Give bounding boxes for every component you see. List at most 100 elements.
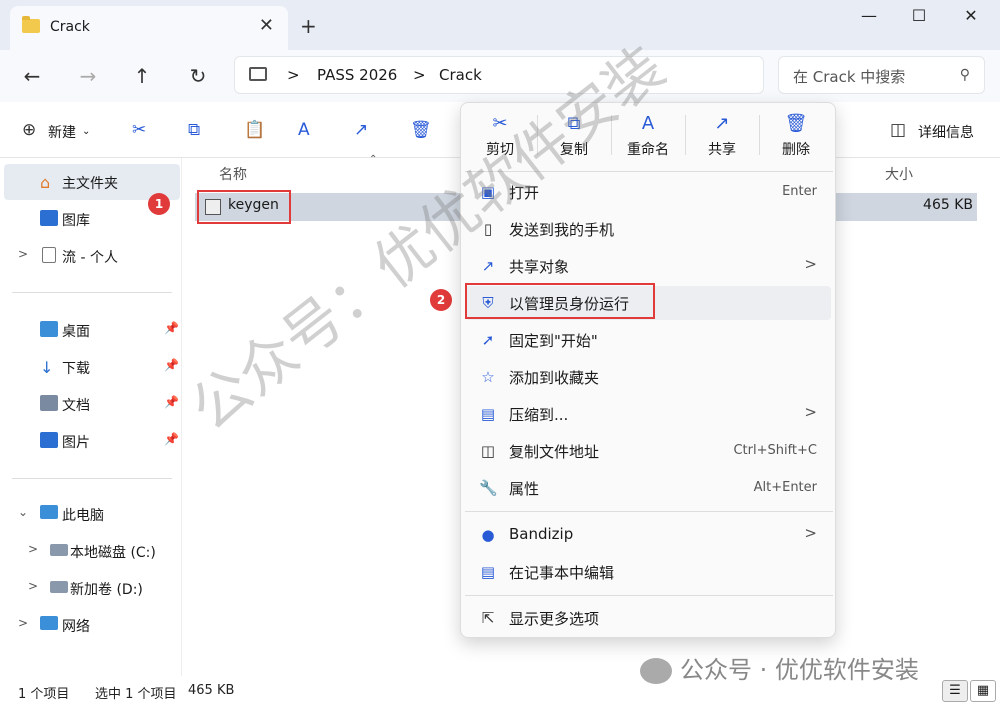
desktop-icon xyxy=(40,321,58,337)
breadcrumb-pass2026[interactable]: PASS 2026 xyxy=(317,66,397,84)
menu-item-shortcut: Alt+Enter xyxy=(753,480,817,495)
menu-item-edit-in-notepad[interactable]: ▤ 在记事本中编辑 xyxy=(465,555,831,589)
paste-icon[interactable]: 📋 xyxy=(244,120,265,140)
menu-item-label: 显示更多选项 xyxy=(509,610,600,628)
sidebar-item-network[interactable]: > 网络 xyxy=(0,607,180,643)
menu-item-copy-as-path[interactable]: ◫ 复制文件地址 Ctrl+Shift+C xyxy=(465,434,831,468)
sidebar-item-label: 图片 xyxy=(62,435,90,451)
document-icon xyxy=(42,247,56,263)
share-action[interactable]: ↗ 共享 xyxy=(687,111,757,167)
sidebar-item-drive-d[interactable]: > 新加卷 (D:) xyxy=(0,570,180,606)
delete-action[interactable]: 🗑 删除 xyxy=(761,111,831,167)
menu-item-bandizip[interactable]: ● Bandizip > xyxy=(465,518,831,552)
watermark-bottom: 公众号 · 优优软件安装 xyxy=(640,650,919,685)
action-label: 共享 xyxy=(708,142,736,158)
pin-icon[interactable]: 📌 xyxy=(164,358,179,372)
details-button[interactable]: 详细信息 xyxy=(918,122,974,142)
share-icon[interactable]: ↗ xyxy=(354,120,368,140)
search-input[interactable]: 在 Crack 中搜索 ⚲ xyxy=(778,56,985,94)
sidebar-item-downloads[interactable]: ↓ 下载 📌 xyxy=(0,349,180,385)
chevron-down-icon[interactable]: ⌄ xyxy=(18,505,28,519)
chevron-right-icon[interactable]: > xyxy=(28,579,38,593)
selection-size: 465 KB xyxy=(188,683,235,698)
cut-icon[interactable]: ✂ xyxy=(132,120,146,140)
menu-item-show-more-options[interactable]: ⇱ 显示更多选项 xyxy=(465,601,831,635)
maximize-button[interactable]: ☐ xyxy=(896,6,942,28)
window-close-button[interactable]: ✕ xyxy=(948,6,994,28)
network-icon xyxy=(40,616,58,630)
column-header-name[interactable]: 名称 xyxy=(219,164,247,184)
new-button[interactable]: 新建 xyxy=(48,122,76,142)
details-pane-icon[interactable]: ◫ xyxy=(890,120,906,140)
divider xyxy=(12,478,172,479)
chevron-right-icon[interactable]: > xyxy=(18,616,28,630)
breadcrumb-separator: > xyxy=(413,66,426,84)
drive-icon xyxy=(50,581,68,593)
sidebar-item-label: 桌面 xyxy=(62,324,90,340)
pin-icon[interactable]: 📌 xyxy=(164,321,179,335)
menu-item-send-to-phone[interactable]: ▯ 发送到我的手机 xyxy=(465,212,831,246)
share-icon: ↗ xyxy=(714,113,730,134)
menu-item-shortcut: Enter xyxy=(782,184,817,199)
menu-item-compress-to[interactable]: ▤ 压缩到... > xyxy=(465,397,831,431)
column-header-size[interactable]: 大小 xyxy=(885,164,913,184)
copy-icon[interactable]: ⧉ xyxy=(188,120,200,140)
address-bar[interactable]: > PASS 2026 > Crack xyxy=(234,56,764,94)
pin-icon[interactable]: 📌 xyxy=(164,395,179,409)
sidebar-item-this-pc[interactable]: ⌄ 此电脑 xyxy=(0,496,180,532)
new-tab-button[interactable]: + xyxy=(300,14,317,38)
forward-button[interactable]: → xyxy=(74,62,102,90)
sidebar-item-desktop[interactable]: 桌面 📌 xyxy=(0,312,180,348)
drive-icon xyxy=(50,544,68,556)
breadcrumb-crack[interactable]: Crack xyxy=(439,66,482,84)
sidebar-item-label: 流 - 个人 xyxy=(62,250,118,266)
chevron-right-icon[interactable]: > xyxy=(28,542,38,556)
step-badge-2: 2 xyxy=(430,289,452,311)
up-button[interactable]: ↑ xyxy=(128,62,156,90)
navigation-pane: ⌂ 主文件夹 图库 > 流 - 个人 桌面 📌 ↓ 下载 📌 文档 📌 图片 📌… xyxy=(0,158,182,676)
chevron-down-icon: ⌄ xyxy=(82,126,91,137)
sidebar-item-personal[interactable]: > 流 - 个人 xyxy=(0,238,180,274)
tiles-view-icon[interactable]: ▦ xyxy=(970,680,996,702)
tab-close-icon[interactable]: ✕ xyxy=(259,15,274,36)
chevron-right-icon[interactable]: > xyxy=(18,247,28,261)
menu-item-properties[interactable]: 🔧 属性 Alt+Enter xyxy=(465,471,831,505)
sidebar-item-pictures[interactable]: 图片 📌 xyxy=(0,423,180,459)
sidebar-item-label: 主文件夹 xyxy=(62,176,118,192)
back-button[interactable]: ← xyxy=(18,62,46,90)
sidebar-item-label: 网络 xyxy=(62,619,90,635)
home-icon: ⌂ xyxy=(40,173,51,192)
rename-icon[interactable]: A xyxy=(298,120,310,140)
download-icon: ↓ xyxy=(40,358,54,377)
step-badge-1: 1 xyxy=(148,193,170,215)
delete-icon[interactable]: 🗑 xyxy=(410,120,432,140)
highlight-box-run-as-admin xyxy=(465,283,655,319)
plus-circle-icon[interactable]: ⊕ xyxy=(22,120,36,140)
sidebar-item-documents[interactable]: 文档 📌 xyxy=(0,386,180,422)
file-size: 465 KB xyxy=(923,197,973,213)
wrench-icon: 🔧 xyxy=(479,479,498,497)
highlight-box-keygen xyxy=(197,190,291,224)
menu-item-label: 属性 xyxy=(509,480,540,498)
menu-item-label: Bandizip xyxy=(509,525,574,543)
more-options-icon: ⇱ xyxy=(481,609,495,627)
menu-item-share-with[interactable]: ↗ 共享对象 > xyxy=(465,249,831,283)
sidebar-item-drive-c[interactable]: > 本地磁盘 (C:) xyxy=(0,533,180,569)
menu-item-label: 共享对象 xyxy=(509,258,570,276)
details-view-icon[interactable]: ☰ xyxy=(942,680,968,702)
menu-item-add-to-favorites[interactable]: ☆ 添加到收藏夹 xyxy=(465,360,831,394)
sidebar-item-label: 文档 xyxy=(62,398,90,414)
divider xyxy=(685,115,686,155)
minimize-button[interactable]: — xyxy=(846,6,892,28)
title-bar: Crack ✕ + — ☐ ✕ xyxy=(0,0,1000,50)
notepad-icon: ▤ xyxy=(480,563,496,581)
menu-item-label: 发送到我的手机 xyxy=(509,221,615,239)
divider xyxy=(465,511,833,512)
menu-item-label: 在记事本中编辑 xyxy=(509,564,615,582)
search-icon: ⚲ xyxy=(959,67,970,83)
refresh-button[interactable]: ↻ xyxy=(184,62,212,90)
pin-icon[interactable]: 📌 xyxy=(164,432,179,446)
tab-crack[interactable]: Crack ✕ xyxy=(10,6,288,50)
computer-icon xyxy=(40,505,58,519)
menu-item-pin-to-start[interactable]: ➚ 固定到"开始" xyxy=(465,323,831,357)
